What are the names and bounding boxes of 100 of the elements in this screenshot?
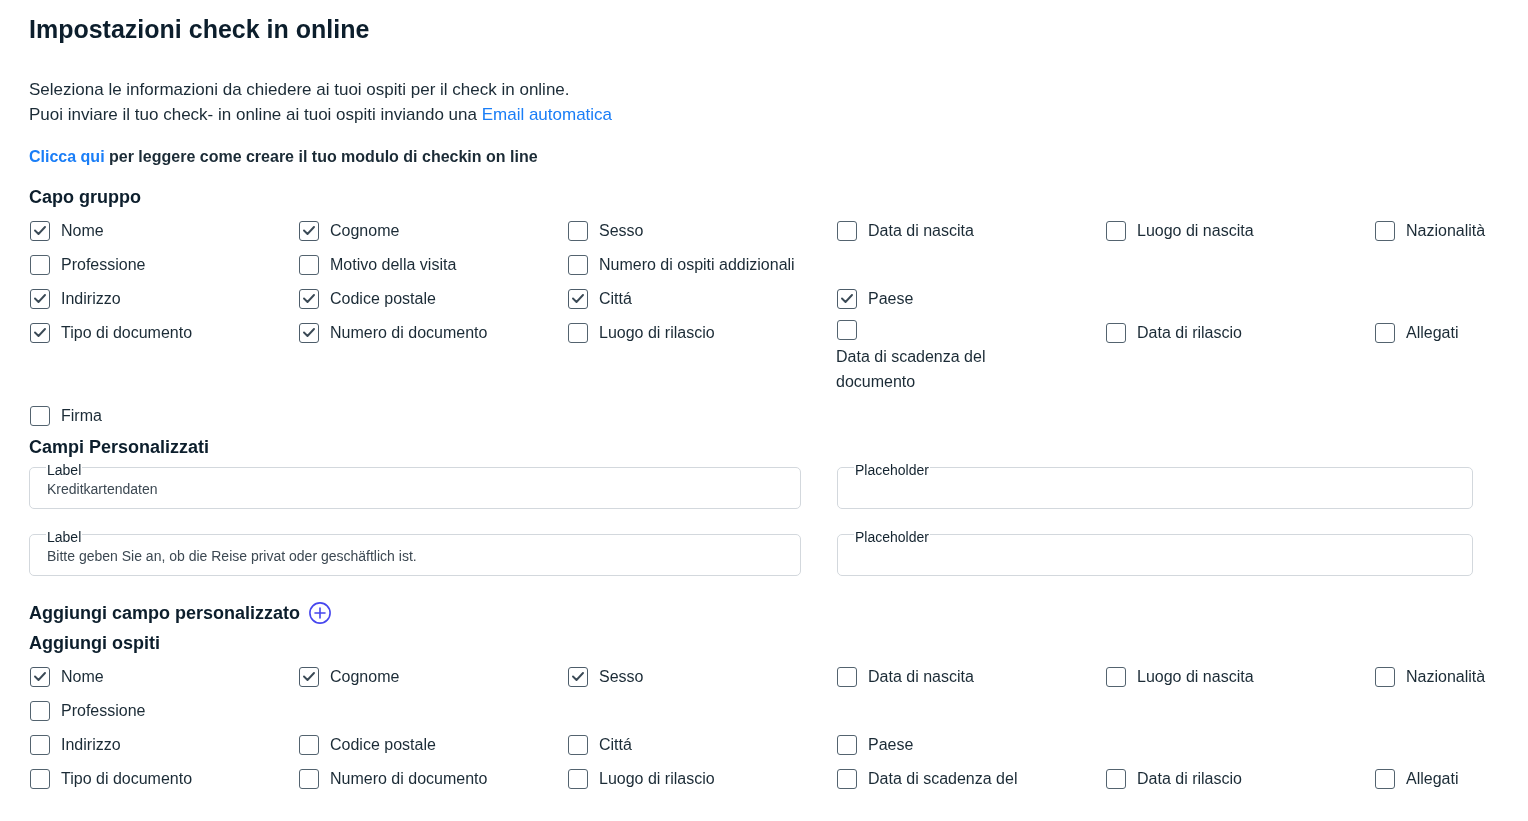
option-label: Nazionalità	[1406, 221, 1486, 241]
checkmark-icon	[34, 672, 46, 681]
field-legend: Placeholder	[854, 529, 930, 545]
checkbox[interactable]	[568, 254, 588, 275]
option-label: Data di scadenza del	[868, 769, 1018, 789]
option-label: Codice postale	[330, 289, 436, 309]
option-label: Professione	[61, 701, 146, 721]
checkbox[interactable]	[30, 405, 50, 426]
checkbox[interactable]	[568, 322, 588, 343]
checkmark-icon	[303, 294, 315, 303]
checkbox[interactable]	[568, 734, 588, 755]
option-label: Sesso	[599, 667, 644, 687]
option-label: Nome	[61, 667, 104, 687]
checkbox[interactable]	[837, 320, 857, 340]
section-heading: Capo gruppo	[29, 186, 141, 209]
checkbox[interactable]	[837, 288, 857, 309]
option-label: Numero di ospiti addizionali	[599, 255, 795, 275]
checkbox[interactable]	[299, 254, 319, 275]
help-link[interactable]: Clicca qui	[29, 148, 105, 165]
option-label: Paese	[868, 289, 914, 309]
checkbox[interactable]	[568, 768, 588, 789]
checkbox[interactable]	[299, 666, 319, 687]
checkbox[interactable]	[568, 288, 588, 309]
intro-text: Seleziona le informazioni da chiedere ai tuoi ospiti per il check in online.	[29, 79, 570, 101]
option-label: Indirizzo	[61, 289, 121, 309]
checkbox[interactable]	[1375, 666, 1395, 687]
add-icon[interactable]	[309, 602, 332, 624]
option-label: Firma	[61, 406, 102, 426]
option-label: Luogo di nascita	[1137, 667, 1254, 687]
checkbox[interactable]	[299, 734, 319, 755]
section-heading: Campi Personalizzati	[29, 436, 210, 459]
option-label: Cittá	[599, 735, 632, 755]
option-label: Motivo della visita	[330, 255, 457, 275]
checkbox[interactable]	[30, 700, 50, 721]
option-label: Paese	[868, 735, 914, 755]
field-legend: Label	[46, 529, 83, 545]
field-legend: Label	[46, 462, 83, 478]
option-label: Nazionalità	[1406, 667, 1486, 687]
checkbox[interactable]	[568, 220, 588, 241]
checkbox[interactable]	[837, 666, 857, 687]
option-label: Numero di documento	[330, 323, 488, 343]
checkbox[interactable]	[30, 734, 50, 755]
option-label: Indirizzo	[61, 735, 121, 755]
section-heading: Aggiungi ospiti	[29, 632, 160, 655]
option-label: Luogo di rilascio	[599, 769, 715, 789]
checkbox[interactable]	[1106, 666, 1126, 687]
checkbox[interactable]	[30, 288, 50, 309]
checkbox[interactable]	[30, 254, 50, 275]
checkmark-icon	[303, 328, 315, 337]
checkbox[interactable]	[299, 768, 319, 789]
checkmark-icon	[572, 294, 584, 303]
checkbox[interactable]	[30, 322, 50, 343]
add-field-label: Aggiungi campo personalizzato	[29, 602, 301, 625]
option-label: Cittá	[599, 289, 632, 309]
checkbox[interactable]	[1375, 768, 1395, 789]
option-label: Codice postale	[330, 735, 436, 755]
checkmark-icon	[34, 226, 46, 235]
checkbox[interactable]	[837, 768, 857, 789]
checkmark-icon	[572, 672, 584, 681]
option-label: Allegati	[1406, 769, 1459, 789]
option-label: Professione	[61, 255, 146, 275]
email-link[interactable]: Email automatica	[481, 105, 613, 124]
option-label: Luogo di rilascio	[599, 323, 715, 343]
option-label: Tipo di documento	[61, 323, 193, 343]
checkmark-icon	[841, 294, 853, 303]
option-label: Nome	[61, 221, 104, 241]
checkmark-icon	[34, 328, 46, 337]
option-label: Data di nascita	[868, 221, 974, 241]
option-label: Data di nascita	[868, 667, 974, 687]
page-title: Impostazioni check in online	[29, 14, 370, 44]
option-label: Data di scadenza del documento	[836, 347, 987, 392]
checkbox[interactable]	[30, 220, 50, 241]
checkmark-icon	[303, 226, 315, 235]
checkbox[interactable]	[1106, 220, 1126, 241]
field-legend: Placeholder	[854, 462, 930, 478]
checkbox[interactable]	[568, 666, 588, 687]
checkbox[interactable]	[1375, 322, 1395, 343]
option-label: Cognome	[330, 221, 400, 241]
checkbox[interactable]	[299, 288, 319, 309]
option-label: Tipo di documento	[61, 769, 193, 789]
checkbox[interactable]	[1106, 768, 1126, 789]
option-label: Sesso	[599, 221, 644, 241]
checkbox[interactable]	[1375, 220, 1395, 241]
checkbox[interactable]	[30, 768, 50, 789]
option-label: Allegati	[1406, 323, 1459, 343]
intro-text: Puoi inviare il tuo check- in online ai tuoi ospiti inviando una Email automatica	[29, 104, 613, 126]
checkbox[interactable]	[1106, 322, 1126, 343]
checkbox[interactable]	[30, 666, 50, 687]
option-label: Data di rilascio	[1137, 769, 1242, 789]
checkmark-icon	[303, 672, 315, 681]
help-text: Clicca qui per leggere come creare il tuo modulo di checkin on line	[29, 147, 538, 167]
option-label: Numero di documento	[330, 769, 488, 789]
checkbox[interactable]	[837, 734, 857, 755]
checkmark-icon	[34, 294, 46, 303]
checkbox[interactable]	[299, 220, 319, 241]
option-label: Data di rilascio	[1137, 323, 1242, 343]
checkbox[interactable]	[837, 220, 857, 241]
option-label: Cognome	[330, 667, 400, 687]
option-label: Luogo di nascita	[1137, 221, 1254, 241]
checkbox[interactable]	[299, 322, 319, 343]
